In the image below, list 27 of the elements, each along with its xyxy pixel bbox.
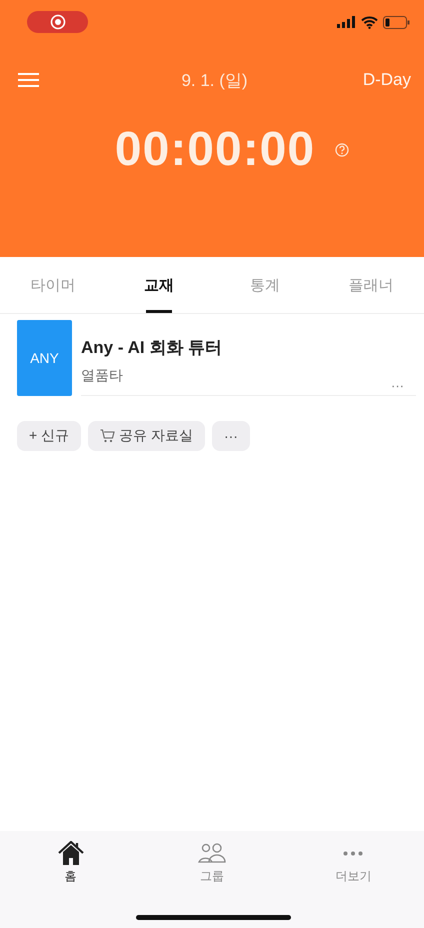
book-title: Any - AI 회화 튜터 [81,337,222,359]
nav-item[interactable]: 홈 [0,841,142,885]
home-icon [58,841,84,865]
cart-icon [100,429,116,443]
timer-display: 00:00:00 [114,122,316,177]
date-label: 9. 1. (일) [181,70,248,92]
d-day-button[interactable]: D-Day [351,70,411,90]
help-icon[interactable] [335,142,350,156]
tab[interactable]: 통계 [212,257,318,313]
menu-icon[interactable] [18,72,39,88]
tab[interactable]: 플래너 [318,257,424,313]
tab[interactable]: 교재 [106,257,212,313]
wifi-icon [361,16,378,28]
nav-item[interactable]: 더보기 [282,841,424,885]
more-icon [343,850,364,856]
nav-item[interactable]: 그룹 [141,841,283,885]
publisher-label: 열품타 [81,367,123,385]
chip-button[interactable]: ··· [212,421,250,451]
tab[interactable]: 타이머 [0,257,106,313]
more-button[interactable]: ··· [391,378,404,393]
record-icon [50,14,66,30]
people-icon [198,843,226,863]
signal-icon [337,16,356,28]
book-cover[interactable]: ANY [17,320,72,396]
battery-icon [383,16,410,28]
shared-library-button[interactable]: 공유 자료실 [88,421,205,451]
chip-button[interactable]: + 신규 [17,421,82,451]
